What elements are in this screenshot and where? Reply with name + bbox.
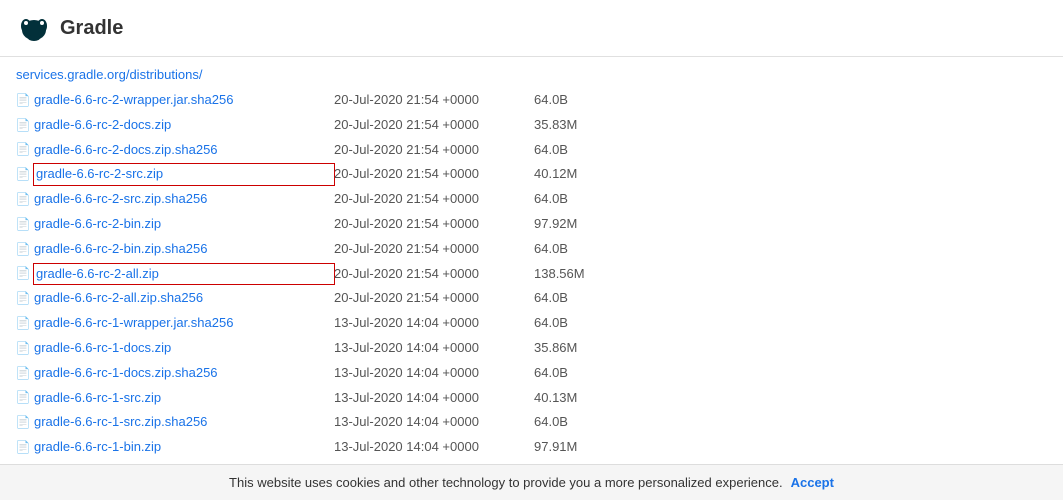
file-icon: 📄 [16, 292, 30, 306]
file-size: 138.56M [534, 264, 585, 285]
file-icon: 📄 [16, 416, 30, 430]
table-row: 📄 gradle-6.6-rc-1-src.zip13-Jul-2020 14:0… [16, 386, 1047, 411]
file-icon: 📄 [16, 391, 30, 405]
file-icon: 📄 [16, 317, 30, 331]
table-row: 📄 gradle-6.6-rc-1-docs.zip13-Jul-2020 14:… [16, 336, 1047, 361]
table-row: 📄 gradle-6.6-rc-2-wrapper.jar.sha25620-Ju… [16, 88, 1047, 113]
file-name-link[interactable]: gradle-6.6-rc-2-docs.zip.sha256 [34, 140, 334, 161]
file-date: 13-Jul-2020 14:04 +0000 [334, 338, 534, 359]
file-name-link[interactable]: gradle-6.6-rc-2-all.zip [34, 264, 334, 285]
file-name-link[interactable]: gradle-6.6-rc-2-all.zip.sha256 [34, 288, 334, 309]
file-size: 35.83M [534, 115, 577, 136]
file-size: 35.86M [534, 338, 577, 359]
file-size: 40.12M [534, 164, 577, 185]
file-size: 64.0B [534, 313, 568, 334]
file-size: 40.13M [534, 388, 577, 409]
file-name-link[interactable]: gradle-6.6-rc-2-docs.zip [34, 115, 334, 136]
table-row: 📄 gradle-6.6-rc-2-src.zip.sha25620-Jul-20… [16, 187, 1047, 212]
breadcrumb-distributions[interactable]: distributions/ [129, 67, 202, 82]
table-row: 📄 gradle-6.6-rc-2-docs.zip20-Jul-2020 21:… [16, 113, 1047, 138]
table-row: 📄 gradle-6.6-rc-2-src.zip20-Jul-2020 21:5… [16, 162, 1047, 187]
file-date: 13-Jul-2020 14:04 +0000 [334, 313, 534, 334]
table-row: 📄 gradle-6.6-rc-2-bin.zip.sha25620-Jul-20… [16, 237, 1047, 262]
file-date: 20-Jul-2020 21:54 +0000 [334, 164, 534, 185]
file-icon: 📄 [16, 143, 30, 157]
table-row: 📄 gradle-6.6-rc-2-all.zip20-Jul-2020 21:5… [16, 262, 1047, 287]
breadcrumb-services[interactable]: services.gradle.org/ [16, 67, 129, 82]
file-name-link[interactable]: gradle-6.6-rc-1-docs.zip [34, 338, 334, 359]
file-icon: 📄 [16, 118, 30, 132]
file-date: 20-Jul-2020 21:54 +0000 [334, 214, 534, 235]
table-row: 📄 gradle-6.6-rc-2-all.zip.sha25620-Jul-20… [16, 286, 1047, 311]
gradle-logo [16, 10, 52, 46]
file-date: 20-Jul-2020 21:54 +0000 [334, 115, 534, 136]
file-icon: 📄 [16, 168, 30, 182]
file-icon: 📄 [16, 217, 30, 231]
file-date: 13-Jul-2020 14:04 +0000 [334, 437, 534, 458]
file-name-link[interactable]: gradle-6.6-rc-1-src.zip.sha256 [34, 412, 334, 433]
file-size: 64.0B [534, 189, 568, 210]
table-row: 📄 gradle-6.6-rc-1-wrapper.jar.sha25613-Ju… [16, 311, 1047, 336]
cookie-text: This website uses cookies and other tech… [229, 475, 783, 490]
file-size: 97.92M [534, 214, 577, 235]
cookie-banner: This website uses cookies and other tech… [0, 464, 1063, 500]
file-size: 64.0B [534, 412, 568, 433]
app-title: Gradle [60, 17, 123, 40]
file-icon: 📄 [16, 242, 30, 256]
table-row: 📄 gradle-6.6-rc-1-docs.zip.sha25613-Jul-2… [16, 361, 1047, 386]
file-icon: 📄 [16, 193, 30, 207]
table-row: 📄 gradle-6.6-rc-2-bin.zip20-Jul-2020 21:5… [16, 212, 1047, 237]
file-date: 13-Jul-2020 14:04 +0000 [334, 363, 534, 384]
file-name-link[interactable]: gradle-6.6-rc-1-docs.zip.sha256 [34, 363, 334, 384]
file-name-link[interactable]: gradle-6.6-rc-2-src.zip [34, 164, 334, 185]
file-size: 64.0B [534, 90, 568, 111]
file-name-link[interactable]: gradle-6.6-rc-1-wrapper.jar.sha256 [34, 313, 334, 334]
table-row: 📄 gradle-6.6-rc-1-src.zip.sha25613-Jul-20… [16, 410, 1047, 435]
file-icon: 📄 [16, 366, 30, 380]
file-name-link[interactable]: gradle-6.6-rc-1-bin.zip [34, 437, 334, 458]
file-name-link[interactable]: gradle-6.6-rc-2-bin.zip.sha256 [34, 239, 334, 260]
file-size: 64.0B [534, 288, 568, 309]
file-size: 64.0B [534, 239, 568, 260]
file-date: 20-Jul-2020 21:54 +0000 [334, 264, 534, 285]
file-name-link[interactable]: gradle-6.6-rc-2-src.zip.sha256 [34, 189, 334, 210]
file-size: 64.0B [534, 363, 568, 384]
file-date: 20-Jul-2020 21:54 +0000 [334, 140, 534, 161]
file-name-link[interactable]: gradle-6.6-rc-2-bin.zip [34, 214, 334, 235]
file-date: 20-Jul-2020 21:54 +0000 [334, 239, 534, 260]
file-date: 20-Jul-2020 21:54 +0000 [334, 288, 534, 309]
file-icon: 📄 [16, 341, 30, 355]
header: Gradle [0, 0, 1063, 57]
table-row: 📄 gradle-6.6-rc-2-docs.zip.sha25620-Jul-2… [16, 138, 1047, 163]
file-name-link[interactable]: gradle-6.6-rc-1-src.zip [34, 388, 334, 409]
file-icon: 📄 [16, 441, 30, 455]
file-icon: 📄 [16, 93, 30, 107]
table-row: 📄 gradle-6.6-rc-1-bin.zip13-Jul-2020 14:0… [16, 435, 1047, 460]
file-date: 20-Jul-2020 21:54 +0000 [334, 189, 534, 210]
file-icon: 📄 [16, 267, 30, 281]
file-date: 13-Jul-2020 14:04 +0000 [334, 388, 534, 409]
file-size: 97.91M [534, 437, 577, 458]
file-date: 13-Jul-2020 14:04 +0000 [334, 412, 534, 433]
file-size: 64.0B [534, 140, 568, 161]
accept-button[interactable]: Accept [791, 475, 834, 490]
file-date: 20-Jul-2020 21:54 +0000 [334, 90, 534, 111]
file-list: 📄gradle-6.6-rc-2-wrapper.jar.sha25620-Ju… [0, 88, 1063, 488]
file-name-link[interactable]: gradle-6.6-rc-2-wrapper.jar.sha256 [34, 90, 334, 111]
breadcrumb: services.gradle.org/distributions/ [0, 57, 1063, 88]
